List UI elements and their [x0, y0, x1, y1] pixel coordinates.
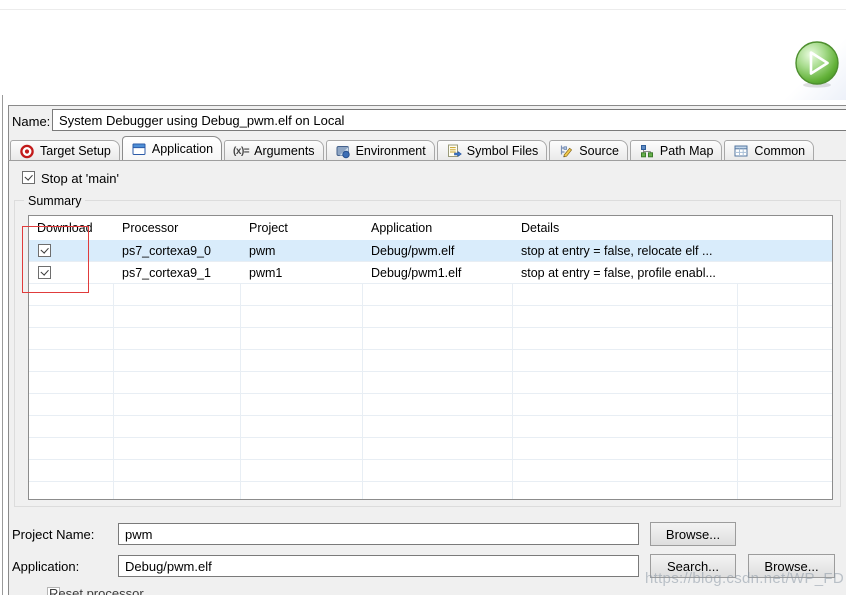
col-header-details[interactable]: Details — [513, 216, 738, 240]
col-header-filler — [738, 216, 832, 240]
cell-application: Debug/pwm1.elf — [363, 262, 513, 284]
table-header-row: Download Processor Project Application D… — [29, 216, 832, 240]
project-name-input[interactable] — [118, 523, 639, 545]
run-play-icon — [795, 41, 839, 88]
splitter-sash[interactable] — [2, 95, 3, 595]
col-header-processor[interactable]: Processor — [114, 216, 241, 240]
cell-project: pwm1 — [241, 262, 363, 284]
empty-table-rows — [29, 284, 832, 499]
application-window-icon — [132, 143, 146, 155]
target-icon — [20, 144, 34, 159]
top-divider — [0, 9, 846, 10]
source-icon — [561, 145, 573, 158]
stop-at-main-label: Stop at 'main' — [41, 171, 119, 186]
tab-arguments[interactable]: (x)= Arguments — [224, 140, 324, 161]
cell-application: Debug/pwm.elf — [363, 240, 513, 262]
tab-label: Path Map — [659, 144, 714, 158]
tab-label: Common — [754, 144, 806, 158]
tab-environment[interactable]: Environment — [325, 140, 435, 161]
cell-processor: ps7_cortexa9_1 — [114, 262, 241, 284]
tab-path-map[interactable]: Path Map — [629, 140, 723, 161]
tab-label: Symbol Files — [466, 144, 539, 158]
common-table-icon — [734, 145, 748, 157]
col-header-download[interactable]: Download — [29, 216, 114, 240]
cell-processor: ps7_cortexa9_0 — [114, 240, 241, 262]
tab-label: Arguments — [254, 144, 315, 158]
download-checkbox[interactable] — [38, 244, 51, 257]
application-search-button[interactable]: Search... — [650, 554, 736, 578]
tab-bottom-border — [8, 160, 846, 161]
environment-icon — [336, 146, 350, 159]
stop-at-main-checkbox[interactable] — [22, 171, 35, 184]
tab-label: Environment — [355, 144, 426, 158]
summary-group-label: Summary — [24, 194, 86, 208]
col-header-project[interactable]: Project — [241, 216, 363, 240]
tab-symbol-files[interactable]: Symbol Files — [436, 140, 548, 161]
screenshot-root: Name: Target Setup Application (x)= Argu… — [0, 0, 846, 595]
tab-label: Application — [151, 142, 214, 156]
application-label: Application: — [12, 559, 80, 574]
table-row[interactable]: ps7_cortexa9_1 pwm1 Debug/pwm1.elf stop … — [29, 262, 832, 284]
table-row[interactable]: ps7_cortexa9_0 pwm Debug/pwm.elf stop at… — [29, 240, 832, 262]
cell-project: pwm — [241, 240, 363, 262]
tab-bar: Target Setup Application (x)= Arguments … — [10, 136, 815, 161]
project-name-label: Project Name: — [12, 527, 95, 542]
run-button[interactable] — [794, 40, 840, 88]
arguments-icon: (x)= — [233, 145, 250, 157]
symbol-files-icon — [447, 144, 462, 157]
name-input[interactable] — [52, 109, 846, 131]
tab-label: Source — [579, 144, 619, 158]
download-checkbox[interactable] — [38, 266, 51, 279]
reset-processor-label: Reset processor — [49, 586, 144, 595]
project-browse-button[interactable]: Browse... — [650, 522, 736, 546]
cell-details: stop at entry = false, relocate elf ... — [513, 240, 738, 262]
name-label: Name: — [12, 114, 51, 129]
tab-application[interactable]: Application — [121, 136, 223, 161]
tab-common[interactable]: Common — [724, 140, 815, 161]
cell-details: stop at entry = false, profile enabl... — [513, 262, 738, 284]
summary-table: Download Processor Project Application D… — [28, 215, 833, 500]
application-browse-button[interactable]: Browse... — [748, 554, 835, 578]
tab-label: Target Setup — [40, 144, 111, 158]
application-input[interactable] — [118, 555, 639, 577]
path-map-icon — [640, 145, 653, 158]
tab-target-setup[interactable]: Target Setup — [10, 140, 120, 161]
col-header-application[interactable]: Application — [363, 216, 513, 240]
tab-source[interactable]: Source — [549, 140, 628, 161]
